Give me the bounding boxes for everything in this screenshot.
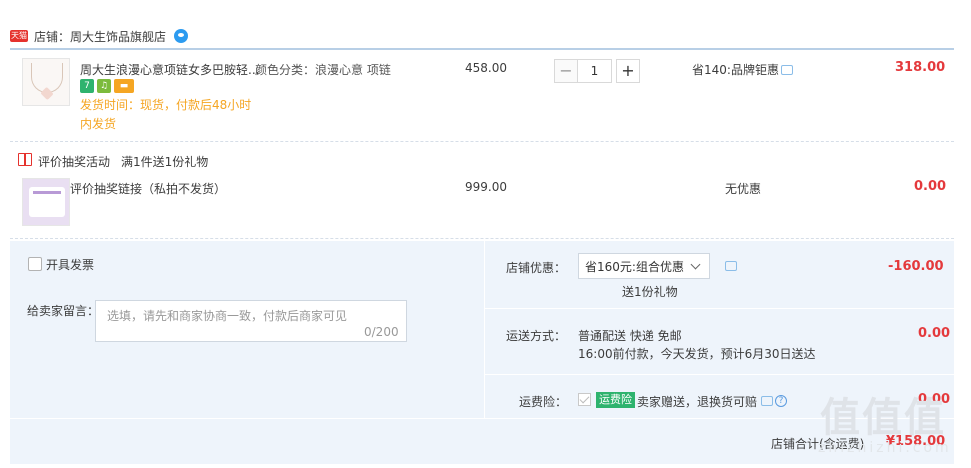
invoice-label[interactable]: 开具发票 <box>46 256 94 273</box>
item1-ship-time: 发货时间：现货，付款后48小时 <box>80 98 252 112</box>
item1-sku: 颜色分类：浪漫心意 项链 <box>255 63 391 77</box>
item2-price: 999.00 <box>465 180 507 194</box>
item2-title[interactable]: 评价抽奖链接（私拍不发货） <box>70 180 226 197</box>
shipping-eta: 16:00前付款，今天发货，预计6月30日送达 <box>578 347 816 361</box>
items-end-divider <box>10 238 954 239</box>
quantity-stepper: − 1 + <box>554 59 640 83</box>
shop-discount-selected: 省160元:组合优惠 <box>585 259 684 274</box>
shipping-method: 普通配送 快递 免邮 <box>578 329 682 343</box>
shop-discount-amount: -160.00 <box>888 259 944 274</box>
discount-info-icon[interactable] <box>781 65 793 75</box>
help-icon[interactable]: ? <box>775 395 787 407</box>
shop-header: 天猫 店铺：周大生饰品旗舰店 <box>10 26 189 46</box>
item1-amount: 318.00 <box>895 60 946 75</box>
card-icon: ▬ <box>114 79 134 93</box>
item1-service-badges: 7 ♫ ▬ <box>80 79 134 93</box>
service-icon: ♫ <box>97 79 111 93</box>
tmall-badge: 天猫 <box>10 30 28 42</box>
insurance-checkbox[interactable] <box>578 393 591 406</box>
item1-thumbnail[interactable] <box>22 58 70 106</box>
shop-discount-select[interactable]: 省160元:组合优惠 <box>578 253 710 279</box>
item-divider <box>10 141 954 142</box>
invoice-checkbox[interactable] <box>28 257 42 271</box>
chevron-down-icon <box>690 259 701 270</box>
wangwang-chat-icon[interactable] <box>174 29 189 43</box>
item1-ship-time-cont: 内发货 <box>80 117 117 131</box>
insurance-desc: 卖家赠送，退换货可赔 <box>637 395 758 409</box>
header-divider <box>10 48 954 50</box>
item1-discount: 省140:品牌钜惠 <box>692 63 779 77</box>
shipping-label: 运送方式： <box>506 329 567 343</box>
shop-discount-note: 送1份礼物 <box>622 285 678 299</box>
summary-separator <box>484 374 954 375</box>
promo-desc: 满1件送1份礼物 <box>121 155 209 169</box>
shop-discount-label: 店铺优惠： <box>506 261 567 275</box>
item1-title[interactable]: 周大生浪漫心意项链女多巴胺轻... <box>80 61 259 78</box>
discount-info-icon[interactable] <box>725 261 737 271</box>
watermark-url: zhizhizhi.com <box>818 440 952 456</box>
watermark-logo: 值值值 <box>820 395 946 441</box>
qty-plus-button[interactable]: + <box>616 59 640 83</box>
message-label: 给卖家留言： <box>27 304 100 318</box>
insurance-chat-icon[interactable] <box>761 396 773 406</box>
item2-discount: 无优惠 <box>725 182 762 196</box>
item2-thumbnail[interactable] <box>22 178 70 226</box>
message-placeholder: 选填，请先和商家协商一致，付款后商家可见 <box>107 309 348 323</box>
qty-minus-button[interactable]: − <box>554 59 578 83</box>
shipping-amount: 0.00 <box>918 326 951 341</box>
insurance-tag: 运费险 <box>596 392 635 408</box>
item2-amount: 0.00 <box>914 179 947 194</box>
seven-day-return-icon: 7 <box>80 79 94 93</box>
insurance-label: 运费险： <box>519 395 568 409</box>
gift-icon <box>18 153 32 166</box>
item1-price: 458.00 <box>465 61 507 75</box>
shop-name[interactable]: 店铺：周大生饰品旗舰店 <box>34 28 166 45</box>
summary-separator <box>484 308 954 309</box>
qty-input[interactable]: 1 <box>578 59 612 83</box>
promo-label: 评价抽奖活动 <box>38 155 111 169</box>
message-counter: 0/200 <box>364 325 399 339</box>
